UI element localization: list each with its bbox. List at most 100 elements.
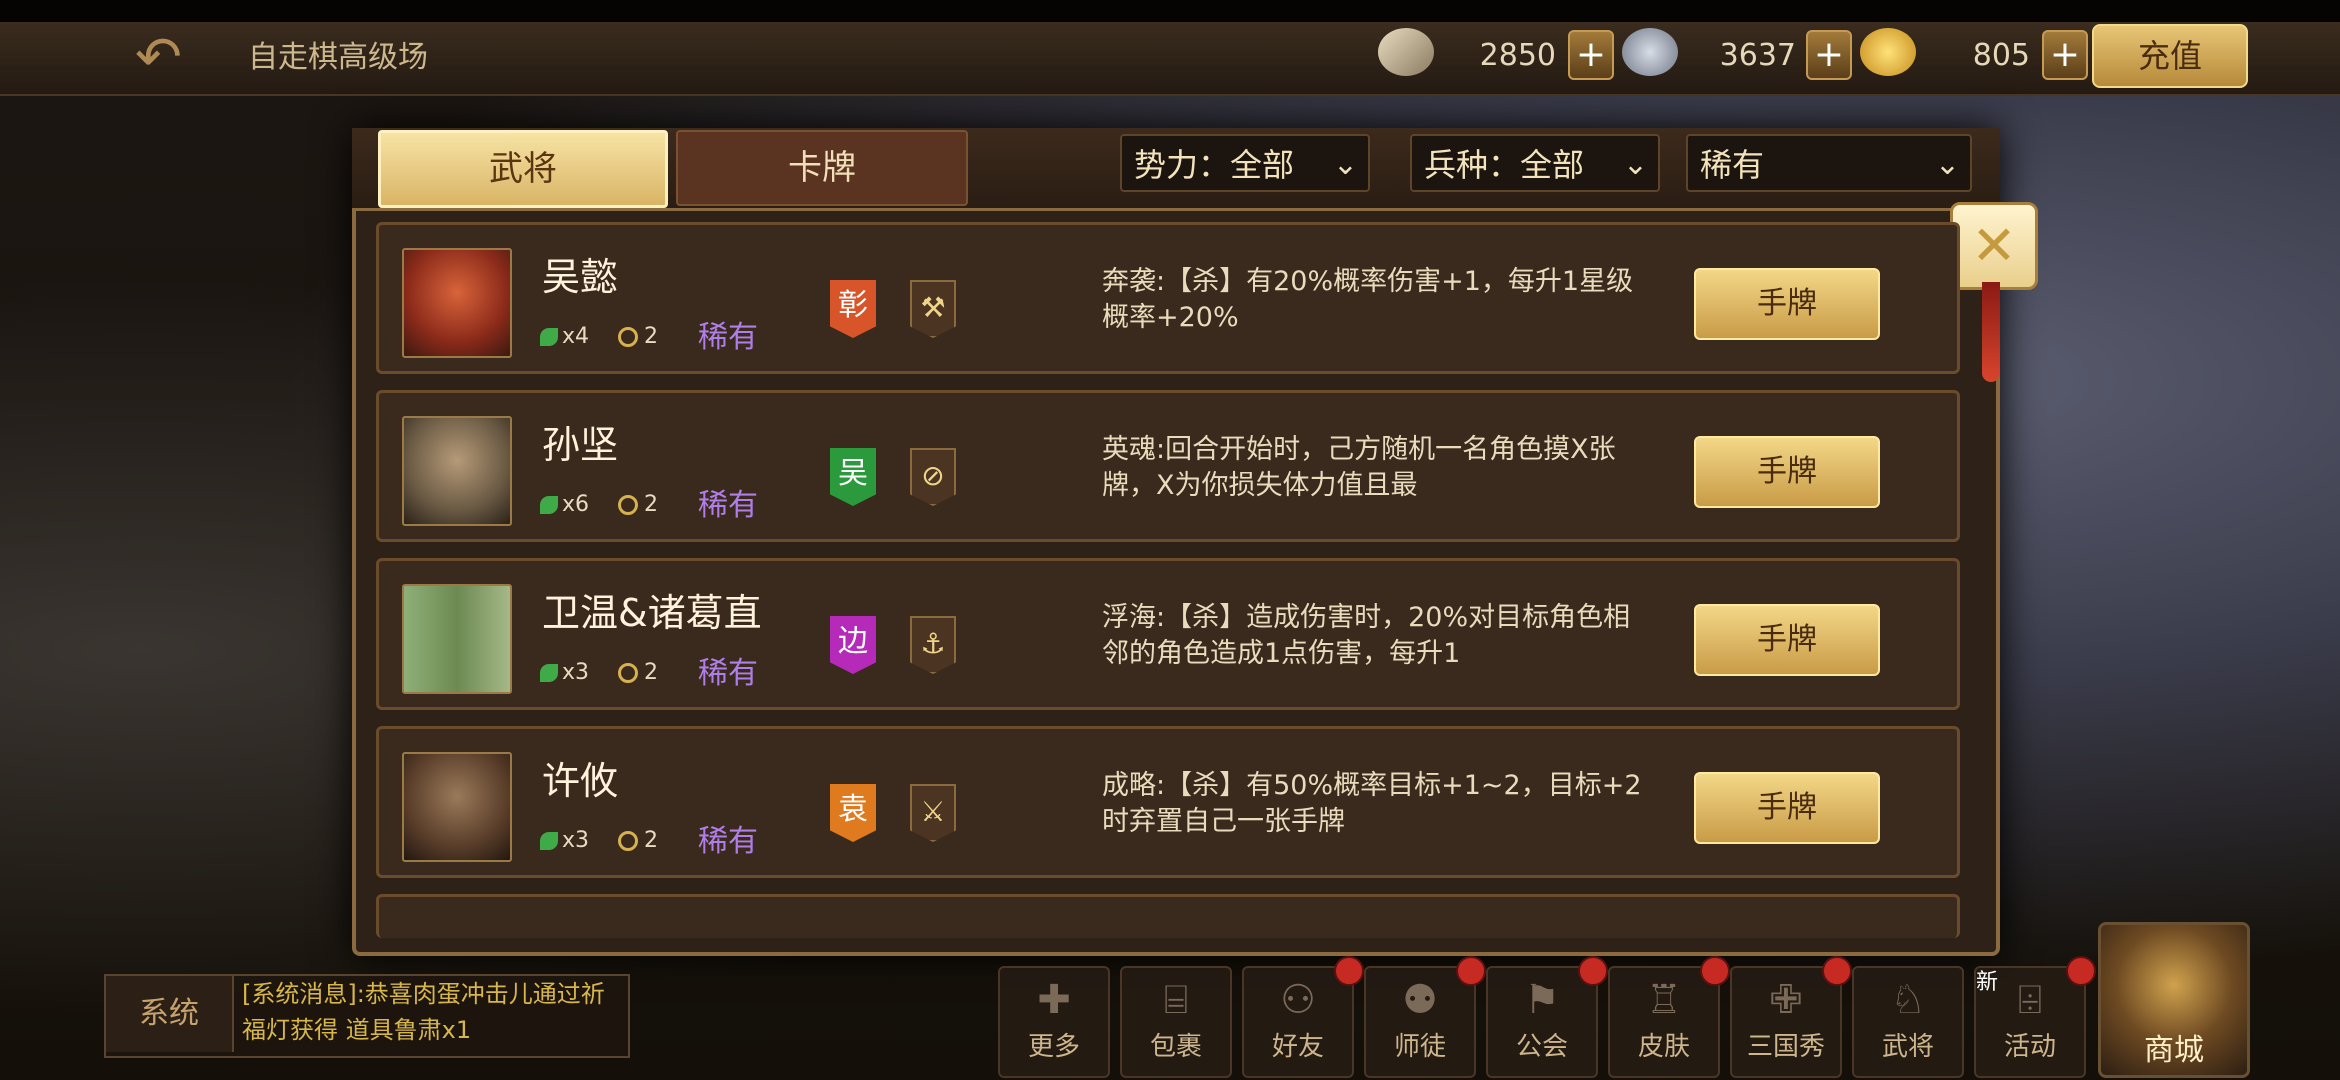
close-icon: ✕ [1971, 214, 2017, 277]
notification-dot [1334, 956, 1364, 986]
axe-icon: ⚒ [910, 280, 956, 338]
coin-icon [618, 327, 638, 347]
add-silver-button[interactable]: + [1806, 30, 1852, 80]
anchor-icon: ⚓ [910, 616, 956, 674]
bag-icon: ⌸ [1164, 977, 1188, 1023]
hand-card-button[interactable]: 手牌 [1694, 268, 1880, 340]
rarity-label: 稀有 [698, 488, 758, 523]
status-bar [0, 0, 2340, 22]
back-arrow-icon[interactable]: ↶ [135, 30, 215, 86]
tab-cards[interactable]: 卡牌 [676, 130, 968, 206]
hand-card-button[interactable]: 手牌 [1694, 604, 1880, 676]
cost: 2 [618, 322, 658, 352]
rarity-label: 稀有 [698, 824, 758, 859]
notification-dot [1578, 956, 1608, 986]
add-gold-button[interactable]: + [2042, 30, 2088, 80]
close-button[interactable]: ✕ [1950, 202, 2038, 290]
notification-dot [2066, 956, 2096, 986]
shop-button[interactable]: 商城 [2098, 922, 2250, 1078]
faction-badge: 吴 [830, 448, 876, 506]
nav-label: 公会 [1515, 1032, 1568, 1062]
gold-ingot-icon [1860, 28, 1916, 76]
star-value: x4 [562, 324, 590, 349]
star-count: x3 [540, 658, 589, 688]
notification-dot [1700, 956, 1730, 986]
nav-skin-button[interactable]: ♖ 皮肤 [1608, 966, 1720, 1078]
nav-more-button[interactable]: ✚ 更多 [998, 966, 1110, 1078]
helmet-icon: ♘ [1890, 977, 1926, 1023]
faction-badge: 袁 [830, 784, 876, 842]
chat-message: [系统消息]:恭喜肉蛋冲击儿通过祈福灯获得 道具鲁肃x1 [242, 980, 605, 1044]
skill-description: 成略:【杀】有50%概率目标+1~2，目标+2时弃置自己一张手牌 [1102, 770, 1642, 837]
star-leaf-icon [540, 496, 558, 514]
nav-label: 好友 [1271, 1032, 1324, 1062]
nav-label: 武将 [1881, 1032, 1934, 1062]
add-scroll-button[interactable]: + [1568, 30, 1614, 80]
new-badge: 新 [1976, 970, 1999, 995]
avatar [402, 248, 512, 358]
cost-value: 2 [644, 324, 658, 349]
rarity-label: 稀有 [698, 320, 758, 355]
cost-value: 2 [644, 828, 658, 853]
nav-show-button[interactable]: ✙ 三国秀 [1730, 966, 1842, 1078]
avatar [402, 416, 512, 526]
star-value: x6 [562, 492, 590, 517]
general-name: 卫温&诸葛直 [542, 591, 762, 635]
faction-badge: 边 [830, 616, 876, 674]
coin-icon [618, 663, 638, 683]
cost: 2 [618, 826, 658, 856]
general-name: 孙坚 [542, 423, 619, 467]
sword-icon: ⚔ [910, 784, 956, 842]
silver-ingot-icon [1622, 28, 1678, 76]
currency-silver-value: 3637 [1719, 38, 1796, 73]
star-leaf-icon [540, 664, 558, 682]
nav-label: 更多 [1027, 1032, 1080, 1062]
notification-dot [1822, 956, 1852, 986]
star-value: x3 [562, 660, 590, 685]
cost-value: 2 [644, 660, 658, 685]
shop-label: 商城 [2144, 1033, 2204, 1068]
nav-mentor-button[interactable]: ⚉ 师徒 [1364, 966, 1476, 1078]
chat-channel-tab[interactable]: 系统 [106, 976, 234, 1052]
tassel-decoration [1982, 282, 2000, 382]
faction-badge: 彰 [830, 280, 876, 338]
hand-card-button[interactable]: 手牌 [1694, 772, 1880, 844]
scroll-icon [1378, 28, 1434, 76]
skill-description: 奔袭:【杀】有20%概率伤害+1，每升1星级概率+20% [1102, 266, 1634, 333]
plus-icon: ✚ [1037, 977, 1071, 1023]
star-count: x4 [540, 322, 589, 352]
coin-icon [618, 831, 638, 851]
cost: 2 [618, 490, 658, 520]
star-value: x3 [562, 828, 590, 853]
notification-dot [1456, 956, 1486, 986]
nav-friends-button[interactable]: ⚇ 好友 [1242, 966, 1354, 1078]
nav-guild-button[interactable]: ⚑ 公会 [1486, 966, 1598, 1078]
rarity-filter-dropdown[interactable]: 稀有 ⌄ [1686, 134, 1972, 192]
faction-filter-dropdown[interactable]: 势力：全部 ⌄ [1120, 134, 1370, 192]
nav-bag-button[interactable]: ⌸ 包裹 [1120, 966, 1232, 1078]
page-title: 自走棋高级场 [248, 40, 428, 75]
chevron-down-icon: ⌄ [1622, 147, 1648, 182]
faction-filter-value: 势力：全部 [1134, 146, 1295, 184]
rarity-filter-value: 稀有 [1700, 146, 1765, 184]
hand-card-button[interactable]: 手牌 [1694, 436, 1880, 508]
nav-label: 活动 [2003, 1032, 2056, 1062]
skill-description: 英魂:回合开始时，己方随机一名角色摸X张牌，X为你损失体力值且最 [1102, 434, 1616, 501]
nav-label: 三国秀 [1746, 1032, 1825, 1062]
star-leaf-icon [540, 328, 558, 346]
star-count: x3 [540, 826, 589, 856]
avatar [402, 584, 512, 694]
recharge-button[interactable]: 充值 [2092, 24, 2248, 88]
general-name: 许攸 [542, 759, 619, 803]
troop-filter-dropdown[interactable]: 兵种：全部 ⌄ [1410, 134, 1660, 192]
general-row-partial [376, 894, 1960, 938]
tab-generals[interactable]: 武将 [378, 130, 668, 208]
cost: 2 [618, 658, 658, 688]
rarity-label: 稀有 [698, 656, 758, 691]
general-name: 吴懿 [542, 255, 619, 299]
chevron-down-icon: ⌄ [1934, 147, 1960, 182]
nav-generals-button[interactable]: ♘ 武将 [1852, 966, 1964, 1078]
troop-filter-value: 兵种：全部 [1424, 146, 1585, 184]
avatar [402, 752, 512, 862]
currency-scroll-value: 2850 [1479, 38, 1556, 73]
